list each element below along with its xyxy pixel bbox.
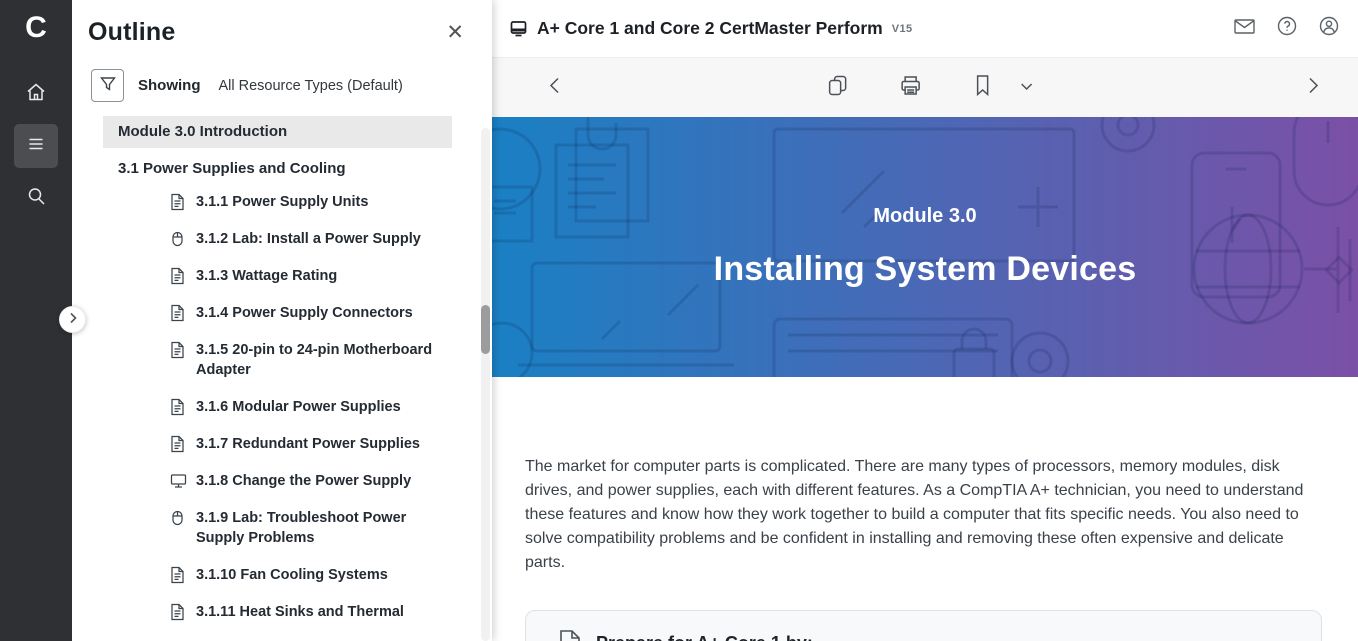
lesson-content: The market for computer parts is complic… — [492, 377, 1358, 641]
outline-item[interactable]: 3.1.7 Redundant Power Supplies — [103, 426, 452, 463]
course-header: A+ Core 1 and Core 2 CertMaster Perform … — [492, 0, 1358, 58]
outline-title: Outline — [88, 18, 176, 47]
outline-item-label: 3.1.6 Modular Power Supplies — [196, 397, 401, 417]
outline-item-label: 3.1.10 Fan Cooling Systems — [196, 565, 388, 585]
bookmark-icon — [973, 73, 993, 102]
chevron-left-icon — [548, 76, 561, 99]
app-window: C Outline ✕ — [0, 0, 1358, 641]
account-icon — [1318, 15, 1340, 42]
outline-item-label: 3.1 Power Supplies and Cooling — [118, 159, 346, 179]
prepare-card: Prepare for A+ Core 1 by: — [525, 610, 1322, 641]
reader-toolbar — [492, 58, 1358, 117]
outline-scrollbar-thumb[interactable] — [481, 305, 490, 354]
search-button[interactable] — [14, 176, 58, 220]
copy-button[interactable] — [827, 73, 849, 102]
document-icon — [170, 341, 187, 359]
account-button[interactable] — [1318, 15, 1340, 42]
document-icon — [170, 435, 187, 453]
banner-module-label: Module 3.0 — [873, 205, 976, 228]
outline-item[interactable]: 3.1.10 Fan Cooling Systems — [103, 557, 452, 594]
menu-icon — [25, 133, 47, 160]
prepare-heading: Prepare for A+ Core 1 by: — [596, 633, 813, 641]
outline-panel: Outline ✕ Showing All Resource Types (De… — [72, 0, 492, 641]
help-button[interactable] — [1276, 15, 1298, 42]
comptia-logo: C — [25, 10, 47, 46]
outline-item-label: 3.1.9 Lab: Troubleshoot Power Supply Pro… — [196, 508, 452, 548]
course-monitor-icon — [509, 19, 528, 38]
chevron-down-icon — [1020, 79, 1034, 97]
lab-mouse-icon — [170, 230, 187, 248]
outline-item[interactable]: 3.1.6 Modular Power Supplies — [103, 389, 452, 426]
outline-item[interactable]: 3.1.4 Power Supply Connectors — [103, 295, 452, 332]
outline-item[interactable]: 3.1.2 Lab: Install a Power Supply — [103, 221, 452, 258]
outline-item[interactable]: 3.1 Power Supplies and Cooling — [103, 148, 452, 184]
document-icon — [170, 566, 187, 584]
close-icon: ✕ — [446, 21, 464, 44]
bookmark-menu-button[interactable] — [1020, 79, 1034, 97]
print-icon — [899, 73, 923, 102]
outline-item-label: 3.1.2 Lab: Install a Power Supply — [196, 229, 421, 249]
messages-button[interactable] — [1233, 16, 1256, 41]
course-title: A+ Core 1 and Core 2 CertMaster Perform — [537, 18, 883, 39]
outline-item-label: 3.1.7 Redundant Power Supplies — [196, 434, 420, 454]
intro-paragraph: The market for computer parts is complic… — [525, 455, 1317, 575]
outline-item[interactable]: 3.1.1 Power Supply Units — [103, 184, 452, 221]
mail-icon — [1233, 16, 1256, 41]
chevron-right-icon — [68, 311, 78, 329]
outline-item[interactable]: 3.1.9 Lab: Troubleshoot Power Supply Pro… — [103, 500, 452, 557]
module-banner: Module 3.0 Installing System Devices — [492, 117, 1358, 377]
bookmark-button[interactable] — [973, 73, 993, 102]
next-page-button[interactable] — [1307, 76, 1320, 99]
outline-list: Module 3.0 Introduction 3.1 Power Supplie… — [103, 116, 452, 631]
document-icon — [170, 603, 187, 621]
print-button[interactable] — [899, 73, 923, 102]
search-icon — [25, 185, 47, 212]
previous-page-button[interactable] — [548, 76, 561, 99]
document-icon — [170, 267, 187, 285]
prepare-document-icon — [552, 628, 582, 641]
document-icon — [170, 304, 187, 322]
close-outline-button[interactable]: ✕ — [442, 18, 468, 47]
home-button[interactable] — [14, 72, 58, 116]
banner-tech-pattern — [492, 117, 1358, 377]
outline-item-label: 3.1.5 20-pin to 24-pin Motherboard Adapt… — [196, 340, 452, 380]
outline-menu-button[interactable] — [14, 124, 58, 168]
panel-toggle-button[interactable] — [59, 306, 86, 333]
outline-scrollbar-track[interactable] — [481, 128, 490, 641]
help-icon — [1276, 15, 1298, 42]
copy-icon — [827, 73, 849, 102]
outline-item-label: 3.1.4 Power Supply Connectors — [196, 303, 413, 323]
outline-item[interactable]: Module 3.0 Introduction — [103, 116, 452, 148]
filter-value: All Resource Types (Default) — [219, 78, 403, 94]
outline-item-label: 3.1.1 Power Supply Units — [196, 192, 368, 212]
outline-item-label: 3.1.3 Wattage Rating — [196, 266, 337, 286]
filter-button[interactable] — [91, 69, 124, 102]
outline-item[interactable]: 3.1.11 Heat Sinks and Thermal — [103, 594, 452, 631]
outline-item[interactable]: 3.1.5 20-pin to 24-pin Motherboard Adapt… — [103, 332, 452, 389]
outline-item[interactable]: 3.1.8 Change the Power Supply — [103, 463, 452, 500]
outline-item-label: 3.1.11 Heat Sinks and Thermal — [196, 602, 404, 622]
outline-item-label: 3.1.8 Change the Power Supply — [196, 471, 411, 491]
home-icon — [25, 81, 47, 108]
document-icon — [170, 398, 187, 416]
chevron-right-icon — [1307, 76, 1320, 99]
main-area: A+ Core 1 and Core 2 CertMaster Perform … — [492, 0, 1358, 641]
filter-funnel-icon — [99, 75, 117, 96]
lab-mouse-icon — [170, 509, 187, 527]
banner-title: Installing System Devices — [714, 250, 1137, 289]
document-icon — [170, 193, 187, 211]
outline-item-label: Module 3.0 Introduction — [118, 122, 287, 142]
outline-item[interactable]: 3.1.3 Wattage Rating — [103, 258, 452, 295]
course-version-badge: V15 — [892, 23, 913, 35]
simulation-monitor-icon — [170, 472, 187, 490]
showing-label: Showing — [138, 77, 201, 94]
